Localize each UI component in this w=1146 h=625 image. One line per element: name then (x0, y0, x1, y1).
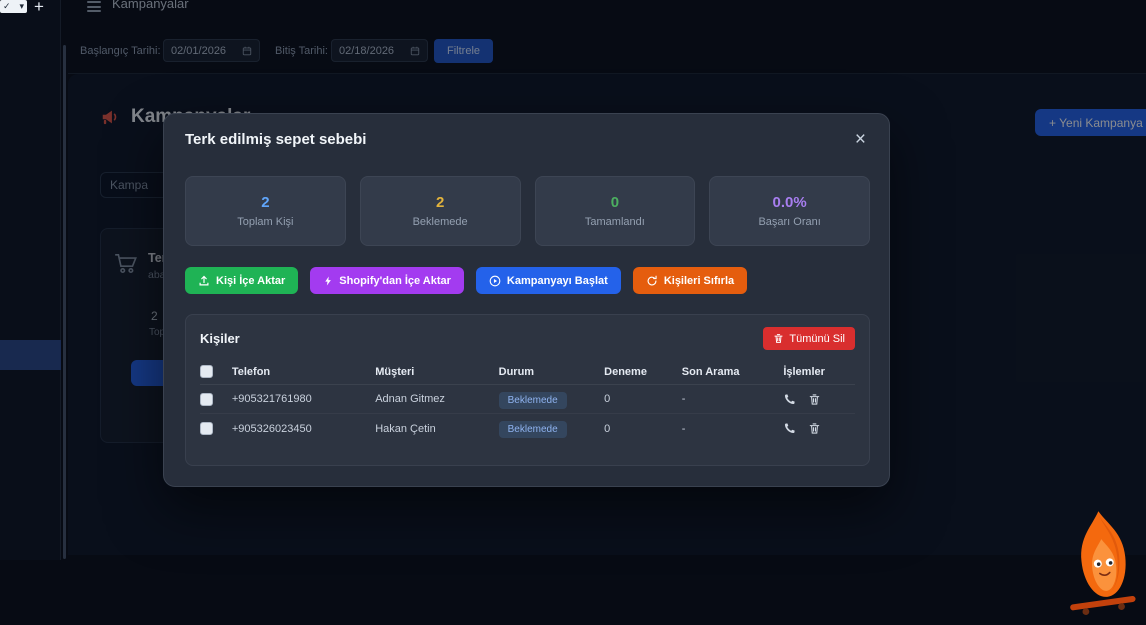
col-actions: İşlemler (783, 366, 855, 378)
stat-completed-value: 0 (611, 194, 619, 211)
reset-contacts-button[interactable]: Kişileri Sıfırla (633, 267, 747, 294)
cell-customer: Adnan Gitmez (375, 393, 498, 405)
table-row: +905321761980 Adnan Gitmez Beklemede 0 - (200, 385, 855, 414)
start-campaign-button[interactable]: Kampanyayı Başlat (476, 267, 621, 294)
lightning-icon (323, 275, 333, 287)
status-badge: Beklemede (499, 421, 567, 438)
stat-card-completed: 0 Tamamlandı (535, 176, 696, 246)
stat-card-pending: 2 Beklemede (360, 176, 521, 246)
row-checkbox[interactable] (200, 422, 213, 435)
cell-attempt: 0 (604, 393, 682, 405)
col-last-call: Son Arama (682, 366, 784, 378)
table-row: +905326023450 Hakan Çetin Beklemede 0 - (200, 414, 855, 443)
stat-card-total: 2 Toplam Kişi (185, 176, 346, 246)
delete-all-label: Tümünü Sil (789, 333, 845, 345)
import-contacts-label: Kişi İçe Aktar (216, 275, 285, 287)
modal-title: Terk edilmiş sepet sebebi (185, 131, 868, 148)
col-phone: Telefon (232, 366, 375, 378)
stat-pending-value: 2 (436, 194, 444, 211)
col-customer: Müşteri (375, 366, 498, 378)
status-badge: Beklemede (499, 392, 567, 409)
call-icon[interactable] (783, 393, 796, 406)
select-all-checkbox[interactable] (200, 365, 213, 378)
zoom-select[interactable]: ✓ ▾ (0, 0, 27, 13)
upload-icon (198, 275, 210, 287)
chevron-down-icon: ▾ (19, 1, 24, 12)
play-icon (489, 275, 501, 287)
cell-customer: Hakan Çetin (375, 423, 498, 435)
start-campaign-label: Kampanyayı Başlat (507, 275, 608, 287)
cell-phone: +905321761980 (232, 393, 375, 405)
stat-success-value: 0.0% (773, 194, 807, 211)
stat-total-label: Toplam Kişi (237, 216, 293, 228)
trash-icon (773, 333, 784, 344)
campaign-detail-modal: Terk edilmiş sepet sebebi × 2 Toplam Kiş… (163, 113, 890, 487)
refresh-icon (646, 275, 658, 287)
delete-all-button[interactable]: Tümünü Sil (763, 327, 855, 350)
reset-contacts-label: Kişileri Sıfırla (664, 275, 734, 287)
stats-row: 2 Toplam Kişi 2 Beklemede 0 Tamamlandı 0… (185, 176, 870, 246)
cell-attempt: 0 (604, 423, 682, 435)
contacts-panel: Kişiler Tümünü Sil Telefon Müşteri Durum… (185, 314, 870, 466)
stat-total-value: 2 (261, 194, 269, 211)
table-header-row: Telefon Müşteri Durum Deneme Son Arama İ… (200, 359, 855, 385)
trash-icon[interactable] (808, 422, 821, 435)
stat-card-success-rate: 0.0% Başarı Oranı (709, 176, 870, 246)
contacts-title: Kişiler (200, 331, 240, 346)
row-checkbox[interactable] (200, 393, 213, 406)
shopify-import-label: Shopify'dan İçe Aktar (339, 275, 451, 287)
cell-phone: +905326023450 (232, 423, 375, 435)
import-contacts-button[interactable]: Kişi İçe Aktar (185, 267, 298, 294)
modal-actions: Kişi İçe Aktar Shopify'dan İçe Aktar Kam… (185, 267, 747, 294)
stat-pending-label: Beklemede (413, 216, 468, 228)
app-screen: ✓ ▾ + Kampanyalar Başlangıç Tarihi: 02/0… (0, 0, 1146, 625)
col-status: Durum (499, 366, 605, 378)
stat-completed-label: Tamamlandı (585, 216, 645, 228)
cell-last-call: - (682, 393, 784, 405)
call-icon[interactable] (783, 422, 796, 435)
close-icon[interactable]: × (851, 126, 870, 153)
mascot-flame-illustration (1062, 505, 1146, 617)
col-attempt: Deneme (604, 366, 682, 378)
checkmark-icon: ✓ (3, 1, 11, 12)
cell-last-call: - (682, 423, 784, 435)
stat-success-label: Başarı Oranı (758, 216, 820, 228)
new-tab-button[interactable]: + (34, 0, 44, 17)
contacts-table: Telefon Müşteri Durum Deneme Son Arama İ… (200, 359, 855, 443)
shopify-import-button[interactable]: Shopify'dan İçe Aktar (310, 267, 464, 294)
trash-icon[interactable] (808, 393, 821, 406)
